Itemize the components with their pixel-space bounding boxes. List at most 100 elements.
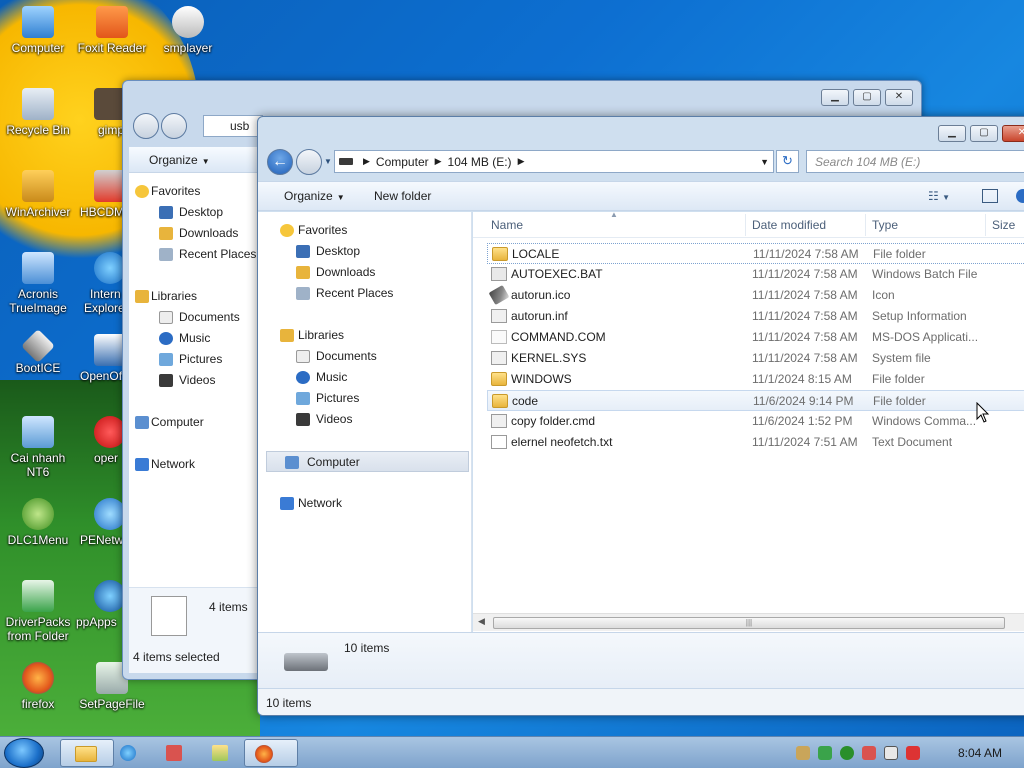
file-row[interactable]: autorun.inf 11/11/2024 7:58 AM Setup Inf…: [487, 306, 1024, 327]
back-button[interactable]: ←: [267, 149, 293, 175]
nav-music[interactable]: Music: [258, 367, 471, 388]
nav-documents[interactable]: Documents: [258, 346, 471, 367]
desktop-icon-openoffice[interactable]: OpenOf: [80, 334, 128, 383]
search-input[interactable]: Search 104 MB (E:): [806, 150, 1024, 173]
maximize-button[interactable]: ▢: [970, 125, 998, 142]
column-type[interactable]: Type: [872, 218, 898, 232]
minimize-button[interactable]: ▁: [938, 125, 966, 142]
desktop-icon-penetwork[interactable]: PENetw: [80, 498, 128, 547]
nav-downloads[interactable]: Downloads: [258, 262, 471, 283]
explorer-window-front[interactable]: ▁ ▢ ✕ ← ▼ ▶ Computer ▶ 104 MB (E:) ▶ ▼ ↻…: [257, 116, 1024, 716]
address-bar[interactable]: usb: [203, 115, 263, 137]
desktop-icon-cai-nhanh[interactable]: Cai nhanh NT6: [0, 416, 76, 479]
view-options-icon[interactable]: ☷ ▼: [928, 189, 950, 203]
taskbar-firefox[interactable]: [244, 739, 298, 767]
tray-drives-icon[interactable]: [796, 746, 810, 760]
file-row[interactable]: code 11/6/2024 9:14 PM File folder: [487, 390, 1024, 411]
column-name[interactable]: Name: [491, 218, 523, 232]
nav-computer[interactable]: Computer: [266, 451, 469, 472]
file-row[interactable]: COMMAND.COM 11/11/2024 7:58 AM MS-DOS Ap…: [487, 327, 1024, 348]
start-button[interactable]: [4, 738, 44, 768]
close-button[interactable]: ✕: [885, 89, 913, 106]
nav-favorites[interactable]: Favorites: [129, 181, 259, 202]
nav-libraries[interactable]: Libraries: [258, 325, 471, 346]
nav-videos[interactable]: Videos: [258, 409, 471, 430]
desktop-icon-computer[interactable]: Computer: [0, 6, 76, 55]
breadcrumb-computer[interactable]: Computer: [376, 155, 429, 169]
nav-documents[interactable]: Documents: [129, 307, 259, 328]
star-icon: [280, 224, 294, 237]
nav-computer[interactable]: Computer: [129, 412, 259, 433]
title-bar[interactable]: ▁ ▢ ✕: [258, 117, 1024, 147]
desktop-icon-bootice[interactable]: BootICE: [0, 329, 76, 375]
file-row[interactable]: copy folder.cmd 11/6/2024 1:52 PM Window…: [487, 411, 1024, 432]
file-row[interactable]: LOCALE 11/11/2024 7:58 AM File folder: [487, 243, 1024, 264]
address-bar[interactable]: ▶ Computer ▶ 104 MB (E:) ▶ ▼: [334, 150, 774, 173]
desktop-icon-winarchiver[interactable]: WinArchiver: [0, 170, 76, 219]
desktop-icon-firefox[interactable]: firefox: [0, 662, 76, 711]
computer-icon: [285, 456, 299, 469]
desktop-icon-smplayer[interactable]: smplayer: [150, 6, 226, 55]
refresh-button[interactable]: ↻: [776, 150, 799, 173]
nav-desktop[interactable]: Desktop: [258, 241, 471, 262]
forward-button[interactable]: [296, 149, 322, 175]
scroll-left-icon[interactable]: ◀: [478, 616, 485, 627]
downloads-folder-icon: [159, 227, 173, 240]
nav-downloads[interactable]: Downloads: [129, 223, 259, 244]
file-row[interactable]: KERNEL.SYS 11/11/2024 7:58 AM System fil…: [487, 348, 1024, 369]
tray-network-icon[interactable]: [884, 746, 898, 760]
organize-button[interactable]: Organize ▼: [284, 189, 345, 203]
status-text: 4 items selected: [133, 650, 220, 664]
preview-pane-icon[interactable]: [982, 189, 998, 203]
nav-libraries[interactable]: Libraries: [129, 286, 259, 307]
back-button[interactable]: [133, 113, 159, 139]
dropdown-arrow-icon: ▼: [336, 193, 345, 202]
address-dropdown-icon[interactable]: ▼: [760, 157, 769, 167]
nav-recent-places[interactable]: Recent Places: [129, 244, 259, 265]
desktop-icon-foxit-reader[interactable]: Foxit Reader: [74, 6, 150, 55]
maximize-button[interactable]: ▢: [853, 89, 881, 106]
nav-network[interactable]: Network: [258, 493, 471, 514]
desktop-icon-driverpacks[interactable]: DriverPacks from Folder: [0, 580, 76, 643]
column-date-modified[interactable]: Date modified: [752, 218, 826, 232]
column-size[interactable]: Size: [992, 218, 1015, 232]
file-row[interactable]: AUTOEXEC.BAT 11/11/2024 7:58 AM Windows …: [487, 264, 1024, 285]
desktop-icon-dlc1menu[interactable]: DLC1Menu: [0, 498, 76, 547]
scrollbar-thumb[interactable]: |||: [493, 617, 1005, 629]
breadcrumb-drive[interactable]: 104 MB (E:): [448, 155, 512, 169]
firefox-icon: [255, 745, 273, 763]
desktop-icon-hbcdm[interactable]: HBCDM: [76, 170, 128, 219]
nav-desktop[interactable]: Desktop: [129, 202, 259, 223]
tray-volume-muted-icon[interactable]: [906, 746, 920, 760]
folder-icon: [492, 247, 508, 261]
tray-check-icon[interactable]: [818, 746, 832, 760]
file-row[interactable]: WINDOWS 11/1/2024 8:15 AM File folder: [487, 369, 1024, 390]
file-row[interactable]: autorun.ico 11/11/2024 7:58 AM Icon: [487, 284, 1024, 306]
nav-pictures[interactable]: Pictures: [129, 349, 259, 370]
nav-pictures[interactable]: Pictures: [258, 388, 471, 409]
tray-app-icon[interactable]: [862, 746, 876, 760]
nav-network[interactable]: Network: [129, 454, 259, 475]
nav-videos[interactable]: Videos: [129, 370, 259, 391]
organize-button[interactable]: Organize ▼: [149, 153, 210, 167]
recent-places-icon: [159, 248, 173, 261]
forward-button[interactable]: [161, 113, 187, 139]
nav-music[interactable]: Music: [129, 328, 259, 349]
desktop-icon-ppapps[interactable]: ppApps: [76, 580, 128, 629]
tray-play-icon[interactable]: [840, 746, 854, 760]
new-folder-button[interactable]: New folder: [374, 189, 431, 203]
nav-recent-places[interactable]: Recent Places: [258, 283, 471, 304]
close-button[interactable]: ✕: [1002, 125, 1024, 142]
file-row[interactable]: elernel neofetch.txt 11/11/2024 7:51 AM …: [487, 432, 1024, 453]
minimize-button[interactable]: ▁: [821, 89, 849, 106]
horizontal-scrollbar[interactable]: ◀ |||: [473, 613, 1024, 631]
recent-pages-dropdown-icon[interactable]: ▼: [324, 157, 332, 166]
taskbar-explorer[interactable]: [60, 739, 114, 767]
app-icon: [212, 745, 228, 761]
folder-icon: [75, 746, 97, 762]
clock[interactable]: 8:04 AM: [958, 746, 1002, 760]
help-icon[interactable]: [1016, 189, 1024, 203]
desktop-icon-recycle-bin[interactable]: Recycle Bin: [0, 88, 76, 137]
desktop-icon-acronis[interactable]: Acronis TrueImage: [0, 252, 76, 315]
nav-favorites[interactable]: Favorites: [258, 220, 471, 241]
